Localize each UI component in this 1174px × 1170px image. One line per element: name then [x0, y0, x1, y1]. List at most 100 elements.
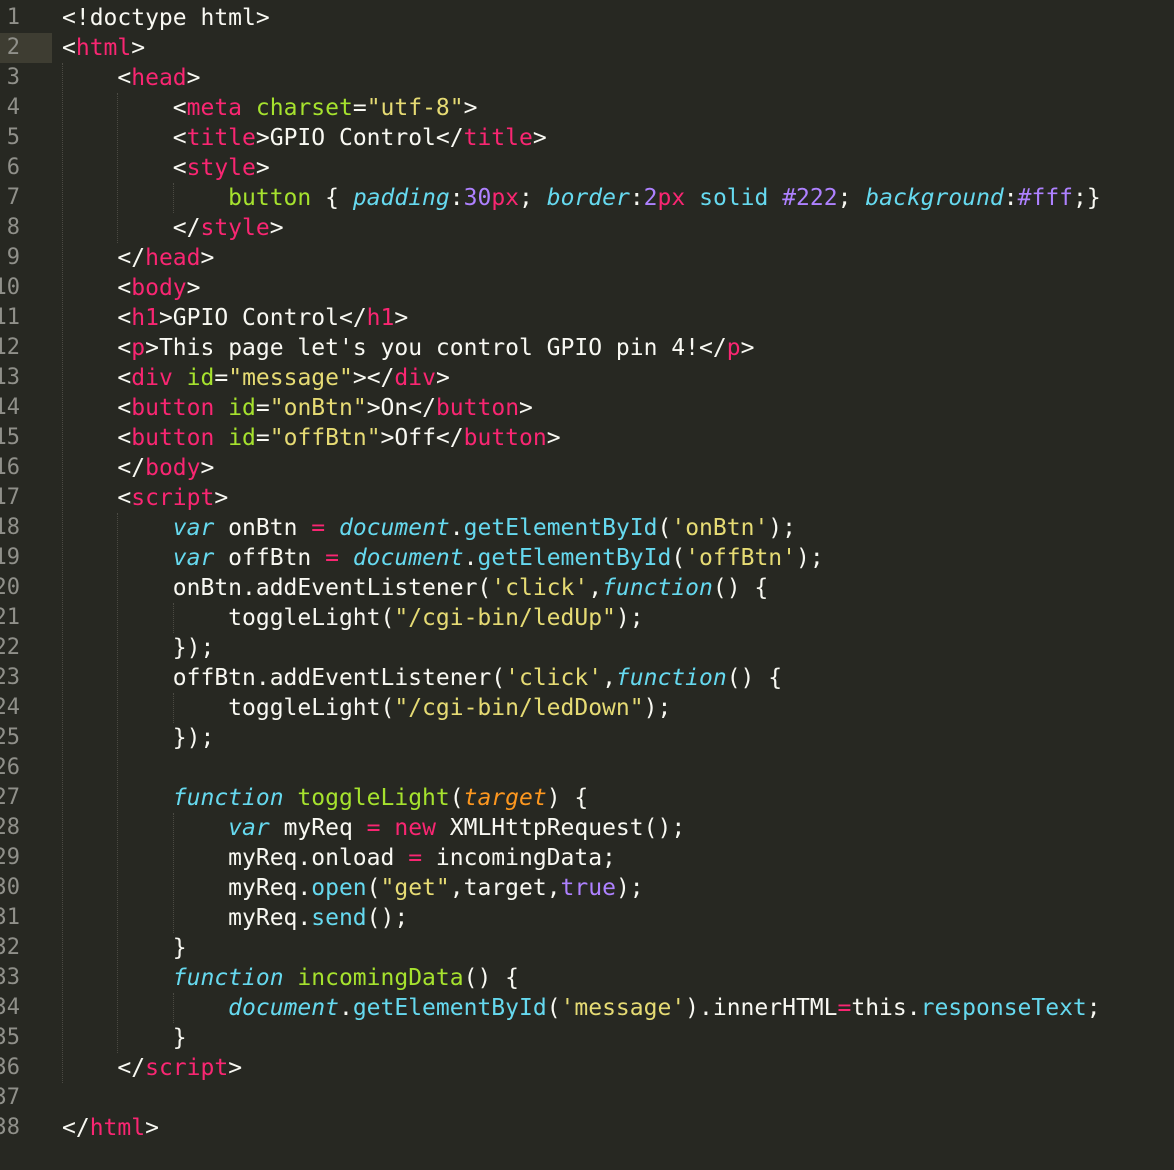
code-line[interactable]: 36 </script>: [0, 1053, 1174, 1083]
line-number: 24: [0, 695, 20, 720]
code-line[interactable]: 1 <!doctype html>: [0, 3, 1174, 33]
code-line[interactable]: 10 <body>: [0, 273, 1174, 303]
code-line[interactable]: 13 <div id="message"></div>: [0, 363, 1174, 393]
code-token: :: [1003, 185, 1018, 211]
code-text: <meta charset="utf-8">: [62, 93, 478, 123]
code-line[interactable]: 18 var onBtn = document.getElementById('…: [0, 513, 1174, 543]
code-line[interactable]: 26: [0, 753, 1174, 783]
code-token: (: [546, 995, 561, 1021]
code-line[interactable]: 8 </style>: [0, 213, 1174, 243]
code-token: <: [62, 35, 76, 61]
line-number: 2: [6, 35, 20, 60]
code-token: incomingData;: [422, 845, 616, 871]
code-token: px: [491, 185, 520, 211]
code-line[interactable]: 23 offBtn.addEventListener('click',funct…: [0, 663, 1174, 693]
code-token: );: [615, 875, 644, 901]
code-token: <: [172, 125, 187, 151]
code-line[interactable]: 33 function incomingData() {: [0, 963, 1174, 993]
code-line[interactable]: 19 var offBtn = document.getElementById(…: [0, 543, 1174, 573]
code-token: button: [463, 425, 547, 451]
code-token: 'message': [560, 995, 686, 1021]
code-token: >On</: [366, 395, 436, 421]
code-line[interactable]: 34 document.getElementById('message').in…: [0, 993, 1174, 1023]
code-line[interactable]: 38 </html>: [0, 1113, 1174, 1143]
code-token: XMLHttpRequest();: [435, 815, 686, 841]
code-line[interactable]: 30 myReq.open("get",target,true);: [0, 873, 1174, 903]
code-text: });: [62, 633, 215, 663]
code-token: title: [186, 125, 256, 151]
code-text: }: [62, 1023, 187, 1053]
code-text: <script>: [62, 483, 228, 513]
code-line[interactable]: 2 <html>: [0, 33, 145, 63]
code-editor[interactable]: 1 <!doctype html> 2 <html> 3 <head> 4 <meta c…: [0, 0, 1174, 1170]
code-line[interactable]: 17 <script>: [0, 483, 1174, 513]
code-token: =: [255, 425, 270, 451]
line-number: 18: [0, 515, 20, 540]
line-number: 33: [0, 965, 20, 990]
code-token: title: [463, 125, 533, 151]
code-line[interactable]: 24 toggleLight("/cgi-bin/ledDown");: [0, 693, 1174, 723]
code-token: }: [172, 935, 187, 961]
code-token: ;: [837, 185, 866, 211]
code-token: background: [865, 185, 1004, 211]
code-token: ) {: [546, 785, 589, 811]
code-line[interactable]: 5 <title>GPIO Control</title>: [0, 123, 1174, 153]
code-token: head: [131, 65, 187, 91]
code-token: () {: [463, 965, 519, 991]
code-text: <!doctype html>: [62, 3, 270, 33]
code-line[interactable]: 22 });: [0, 633, 1174, 663]
code-token: toggleLight(: [228, 605, 395, 631]
code-token: ,target,: [449, 875, 561, 901]
code-line[interactable]: 29 myReq.onload = incomingData;: [0, 843, 1174, 873]
code-line[interactable]: 6 <style>: [0, 153, 1174, 183]
code-line[interactable]: 12 <p>This page let's you control GPIO p…: [0, 333, 1174, 363]
code-line[interactable]: 37: [0, 1083, 1174, 1113]
code-lines[interactable]: 1 <!doctype html> 2 <html> 3 <head> 4 <meta c…: [0, 3, 1174, 1143]
code-text: myReq.send();: [62, 903, 408, 933]
code-text: onBtn.addEventListener('click',function(…: [62, 573, 768, 603]
line-number: 23: [0, 665, 20, 690]
code-token: >: [463, 95, 478, 121]
code-line[interactable]: 14 <button id="onBtn">On</button>: [0, 393, 1174, 423]
code-token: <: [117, 305, 132, 331]
code-token: ();: [366, 905, 409, 931]
code-line[interactable]: 15 <button id="offBtn">Off</button>: [0, 423, 1174, 453]
code-token: =: [214, 365, 229, 391]
code-token: getElementById: [463, 515, 658, 541]
code-line[interactable]: 16 </body>: [0, 453, 1174, 483]
line-number: 14: [0, 395, 20, 420]
code-token: <: [117, 395, 132, 421]
code-token: =: [311, 515, 326, 541]
code-line[interactable]: 28 var myReq = new XMLHttpRequest();: [0, 813, 1174, 843]
code-token: "message": [228, 365, 353, 391]
code-token: >: [519, 395, 533, 421]
code-token: <!doctype html>: [62, 5, 270, 31]
code-token: var: [172, 515, 215, 541]
line-number: 30: [0, 875, 20, 900]
code-text: <p>This page let's you control GPIO pin …: [62, 333, 754, 363]
code-text: </html>: [62, 1113, 159, 1143]
code-line[interactable]: 7 button { padding:30px; border:2px soli…: [0, 183, 1174, 213]
line-number: 4: [6, 95, 20, 120]
code-line[interactable]: 35 }: [0, 1023, 1174, 1053]
code-line[interactable]: 4 <meta charset="utf-8">: [0, 93, 1174, 123]
code-token: >GPIO Control</: [255, 125, 464, 151]
code-line[interactable]: 32 }: [0, 933, 1174, 963]
code-line[interactable]: 27 function toggleLight(target) {: [0, 783, 1174, 813]
code-line[interactable]: 21 toggleLight("/cgi-bin/ledUp");: [0, 603, 1174, 633]
code-token: "onBtn": [269, 395, 367, 421]
code-text: </body>: [62, 453, 214, 483]
code-line[interactable]: 25 });: [0, 723, 1174, 753]
code-line[interactable]: 20 onBtn.addEventListener('click',functi…: [0, 573, 1174, 603]
code-line[interactable]: 11 <h1>GPIO Control</h1>: [0, 303, 1174, 333]
code-token: charset: [255, 95, 353, 121]
code-line[interactable]: 9 </head>: [0, 243, 1174, 273]
code-line[interactable]: 3 <head>: [0, 63, 1174, 93]
code-token: id: [186, 365, 215, 391]
code-token: div: [394, 365, 436, 391]
code-line[interactable]: 31 myReq.send();: [0, 903, 1174, 933]
